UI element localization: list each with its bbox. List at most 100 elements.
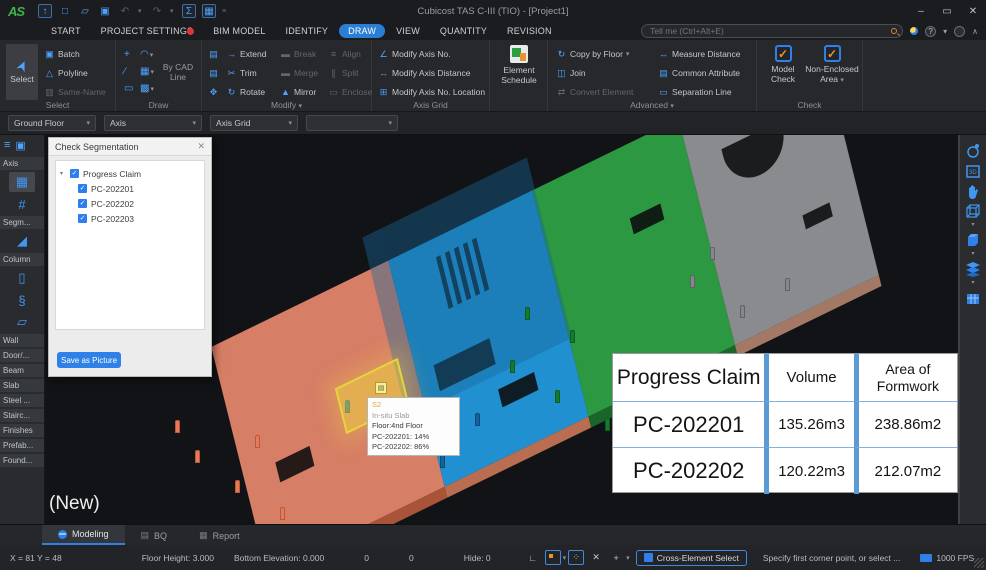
model-check-button[interactable]: ✓ Model Check (763, 45, 803, 84)
tab-quantity[interactable]: QUANTITY (431, 24, 496, 38)
column-tool-icon[interactable]: ▯ (9, 268, 35, 288)
3d-view-icon[interactable]: 3D (965, 163, 981, 179)
batch-button[interactable]: ▣ Batch (44, 46, 106, 62)
sidebar-header-prefab[interactable]: Prefab... (0, 439, 44, 452)
rect-icon[interactable]: ▭ (124, 80, 140, 97)
snap-nodes-icon[interactable]: ⁘ (568, 550, 584, 565)
split-button[interactable]: ∥ Split (328, 65, 372, 81)
modify-aux2-button[interactable]: ▤ (208, 65, 219, 81)
help-icon[interactable]: ? (925, 26, 936, 37)
pc1-checkbox[interactable]: ✓ (78, 184, 87, 193)
mirror-button[interactable]: ▲ Mirror (280, 84, 318, 100)
shaped-column-tool-icon[interactable]: § (9, 290, 35, 310)
undo-icon[interactable]: ↶ (118, 4, 132, 18)
modify-axis-no-button[interactable]: ∠ Modify Axis No. (378, 46, 485, 62)
join-button[interactable]: ◫ Join (556, 65, 633, 81)
segment-tool-icon[interactable]: ◢ (9, 231, 35, 251)
tab-start[interactable]: START (42, 24, 90, 38)
tell-me-input[interactable] (641, 24, 903, 38)
point-icon[interactable]: + (124, 46, 140, 63)
tab-project-settings[interactable]: PROJECT SETTINGS (92, 24, 203, 38)
orbit-icon[interactable] (965, 143, 981, 159)
collapse-ribbon-icon[interactable]: ∧ (972, 27, 978, 36)
ortho-icon[interactable]: ∟ (525, 550, 541, 565)
add-point-caret-icon[interactable]: ▾ (626, 554, 630, 562)
user-icon[interactable] (954, 26, 965, 37)
tab-bim-model[interactable]: BIM MODEL (204, 24, 274, 38)
enclose-button[interactable]: ▭ Enclose (328, 84, 372, 100)
tree-item-row[interactable]: ✓ PC-202202 (60, 196, 200, 211)
element-type-dropdown[interactable]: Axis ▾ (104, 115, 202, 131)
floor-dropdown[interactable]: Ground Floor ▾ (8, 115, 96, 131)
hatch-icon[interactable]: ▩▾ (140, 80, 158, 97)
common-attribute-button[interactable]: ▤ Common Attribute (658, 65, 741, 81)
panel-close-icon[interactable]: ✕ (197, 141, 205, 152)
upload-icon[interactable]: ↑ (38, 4, 52, 18)
sidebar-header-slab[interactable]: Slab (0, 379, 44, 392)
pan-hand-icon[interactable] (965, 183, 981, 199)
maximize-button[interactable]: ▭ (934, 1, 960, 21)
new-file-icon[interactable]: □ (58, 4, 72, 18)
cross-icon[interactable]: ✕ (588, 550, 604, 565)
copy-by-floor-button[interactable]: ↻ Copy by Floor ▾ (556, 46, 633, 62)
empty-dropdown[interactable]: ▾ (306, 115, 398, 131)
tab-revision[interactable]: REVISION (498, 24, 561, 38)
sidebar-header-foundation[interactable]: Found... (0, 454, 44, 467)
model-canvas[interactable]: ▤ S2 In-situ Slab Floor:4nd Floor PC-202… (45, 135, 958, 524)
sigma-icon[interactable]: Σ (182, 4, 196, 18)
align-button[interactable]: ≡ Align (328, 46, 372, 62)
merge-button[interactable]: ▬ Merge (280, 65, 318, 81)
wireframe-view-icon[interactable] (965, 203, 981, 219)
axis-grid-tool-icon[interactable]: ▦ (9, 172, 35, 192)
resize-grip[interactable] (974, 558, 984, 568)
by-cad-line-button[interactable]: By CAD Line (161, 62, 195, 82)
separation-line-button[interactable]: ▭ Separation Line (658, 84, 741, 100)
sidebar-header-steel[interactable]: Steel ... (0, 394, 44, 407)
move-button[interactable]: ✥ (208, 84, 219, 100)
pc3-checkbox[interactable]: ✓ (78, 214, 87, 223)
redo-icon[interactable]: ↷ (150, 4, 164, 18)
tab-identify[interactable]: IDENTIFY (277, 24, 338, 38)
selection-box-icon[interactable] (545, 550, 561, 565)
layers-caret-icon[interactable]: ▾ (971, 252, 974, 257)
extend-button[interactable]: → Extend (226, 46, 266, 62)
break-button[interactable]: ▬ Break (280, 46, 318, 62)
modify-axis-distance-button[interactable]: ↔ Modify Axis Distance (378, 65, 485, 81)
measure-distance-button[interactable]: ↔ Measure Distance (658, 46, 741, 62)
open-file-icon[interactable]: ▱ (78, 4, 92, 18)
lightbulb-icon[interactable] (910, 27, 918, 35)
select-button[interactable]: ➤ Select (6, 44, 38, 100)
tab-draw[interactable]: DRAW (339, 24, 385, 38)
modify-axis-location-button[interactable]: ⊞ Modify Axis No. Location (378, 84, 485, 100)
save-icon[interactable]: ▣ (98, 4, 112, 18)
save-as-picture-button[interactable]: Save as Picture (57, 352, 121, 368)
sidebar-header-wall[interactable]: Wall (0, 334, 44, 347)
close-button[interactable]: ✕ (960, 1, 986, 21)
list-view-icon[interactable]: ≡ (4, 139, 10, 152)
sidebar-header-staircase[interactable]: Stairc... (0, 409, 44, 422)
tree-root-row[interactable]: ▾ ✓ Progress Claim (60, 166, 200, 181)
polyline-button[interactable]: △ Polyline (44, 65, 106, 81)
trim-button[interactable]: ✂ Trim (226, 65, 266, 81)
tab-report[interactable]: ▦ Report (183, 526, 256, 545)
line-icon[interactable]: ∕ (124, 63, 140, 80)
redo-caret-icon[interactable]: ▾ (170, 7, 176, 15)
floor-box-icon[interactable] (965, 290, 981, 306)
shaded-view-icon[interactable] (965, 232, 981, 248)
sidebar-header-finishes[interactable]: Finishes (0, 424, 44, 437)
floor-box-caret-icon[interactable]: ▾ (971, 281, 974, 286)
layers-icon[interactable] (965, 261, 981, 277)
tab-view[interactable]: VIEW (387, 24, 429, 38)
panel-view-icon[interactable]: ▣ (15, 139, 25, 152)
minimize-button[interactable]: – (908, 1, 934, 21)
more-icon[interactable]: ≡ (222, 8, 228, 15)
same-name-button[interactable]: ▥ Same-Name (44, 84, 106, 100)
tab-modeling[interactable]: Modeling (42, 525, 125, 545)
element-schedule-button[interactable]: Element Schedule (493, 45, 545, 85)
root-checkbox[interactable]: ✓ (70, 169, 79, 178)
tree-item-row[interactable]: ✓ PC-202203 (60, 211, 200, 226)
cross-element-select-button[interactable]: Cross-Element Select (636, 550, 747, 566)
tree-expand-icon[interactable]: ▾ (60, 170, 66, 177)
modify-aux1-button[interactable]: ▤ (208, 46, 219, 62)
undo-caret-icon[interactable]: ▾ (138, 7, 144, 15)
